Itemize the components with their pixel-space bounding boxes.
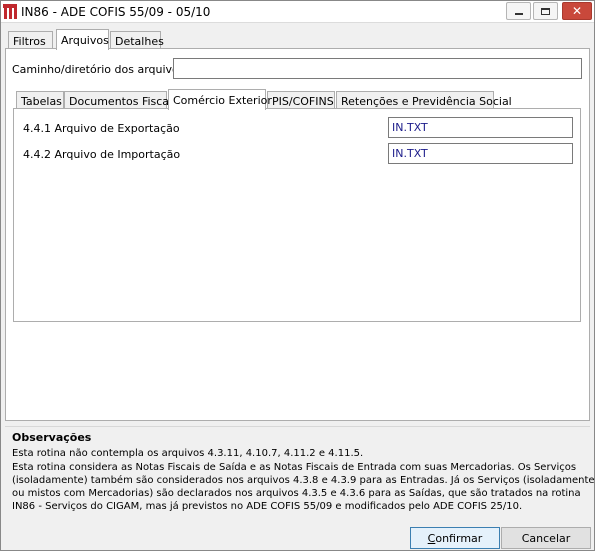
observation-line: Esta rotina não contempla os arquivos 4.… <box>12 448 364 459</box>
tab-label: Documentos Fiscais <box>69 94 178 108</box>
dialog-window: IN86 - ADE COFIS 55/09 - 05/10 ✕ Filtros… <box>0 0 595 551</box>
close-icon: ✕ <box>571 4 583 18</box>
minimize-button[interactable] <box>506 2 531 20</box>
cancel-label: Cancelar <box>521 531 571 545</box>
close-button[interactable]: ✕ <box>562 2 592 20</box>
confirm-label: onfirmar <box>435 531 483 545</box>
observations-panel: Observações Esta rotina não contempla os… <box>5 426 595 518</box>
tab-label: Detalhes <box>115 34 164 48</box>
observation-line: Esta rotina considera as Notas Fiscais d… <box>12 462 577 473</box>
title-bar[interactable]: IN86 - ADE COFIS 55/09 - 05/10 ✕ <box>1 1 594 23</box>
observation-line: (isoladamente) também são considerados n… <box>12 475 595 486</box>
tab-label: Retenções e Previdência Social <box>341 94 512 108</box>
import-file-input[interactable]: IN.TXT <box>388 143 573 164</box>
tab-arquivos[interactable]: Arquivos <box>56 29 109 50</box>
tab-label: Tabelas <box>21 94 62 108</box>
observation-line: ou mistos com Mercadorias) são declarado… <box>12 488 581 499</box>
export-file-input[interactable]: IN.TXT <box>388 117 573 138</box>
comercio-exterior-panel <box>13 108 581 322</box>
path-input[interactable] <box>173 58 582 79</box>
observations-title: Observações <box>12 431 92 444</box>
tab-label: Filtros <box>13 34 46 48</box>
cancel-button[interactable]: Cancelar <box>501 527 591 549</box>
observation-line: IN86 - Serviços do CIGAM, mas já previst… <box>12 501 523 512</box>
maximize-button[interactable] <box>533 2 558 20</box>
tab-label: Arquivos <box>61 33 109 47</box>
window-title: IN86 - ADE COFIS 55/09 - 05/10 <box>21 5 211 19</box>
app-logo-icon <box>3 4 17 19</box>
maximize-icon <box>541 7 550 15</box>
import-file-label: 4.4.2 Arquivo de Importação <box>23 148 181 161</box>
tab-label: PIS/COFINS <box>272 94 334 108</box>
path-label: Caminho/diretório dos arquivos <box>12 63 185 76</box>
confirm-button[interactable]: Confirmar <box>410 527 500 549</box>
tab-label: Comércio Exterior <box>173 93 272 107</box>
export-file-label: 4.4.1 Arquivo de Exportação <box>23 122 180 135</box>
minimize-icon <box>514 13 523 15</box>
confirm-accelerator: C <box>427 531 436 545</box>
tab-comercio-exterior[interactable]: Comércio Exterior <box>168 89 272 110</box>
